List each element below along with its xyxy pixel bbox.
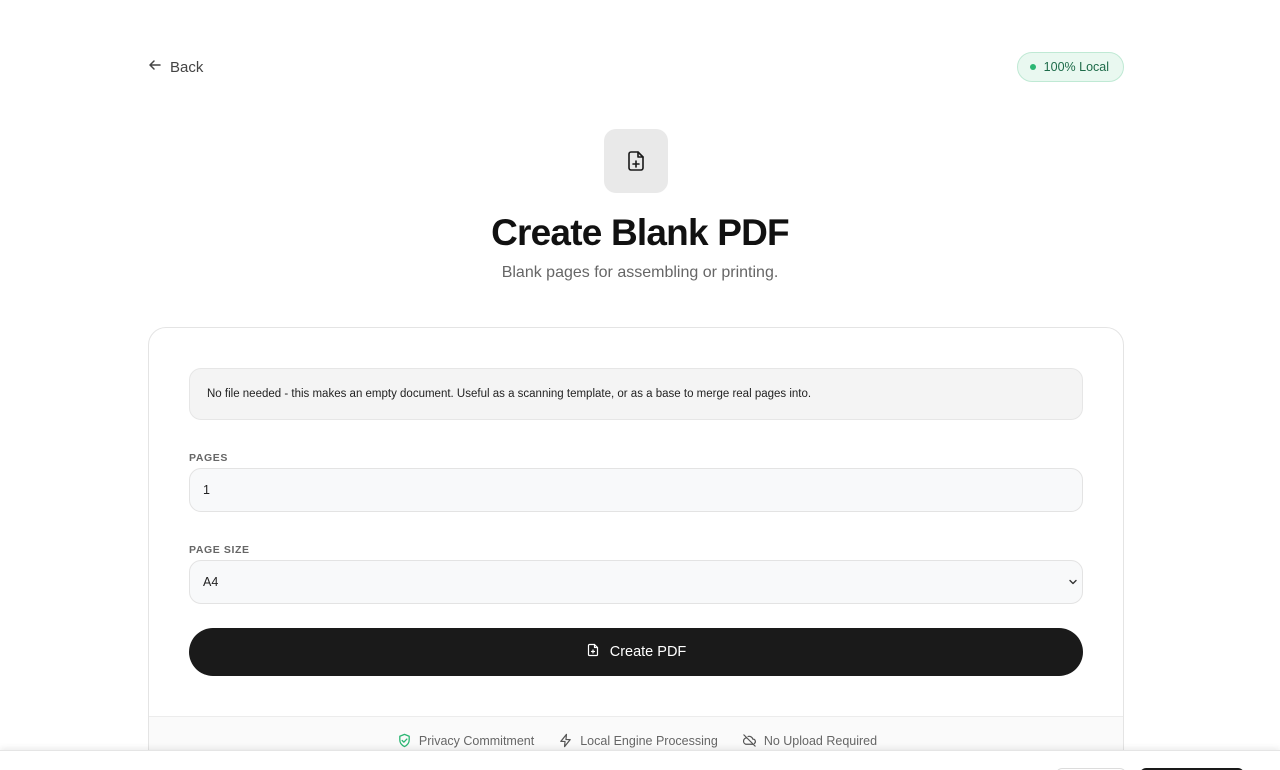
feature-privacy: Privacy Commitment bbox=[397, 733, 534, 748]
create-pdf-card: No file needed - this makes an empty doc… bbox=[148, 327, 1124, 770]
pages-input[interactable]: 1 bbox=[189, 468, 1083, 512]
page-subtitle: Blank pages for assembling or printing. bbox=[501, 264, 779, 281]
file-plus-icon bbox=[604, 129, 668, 193]
create-pdf-button[interactable]: Create PDF bbox=[189, 628, 1083, 676]
feature-label: No Upload Required bbox=[763, 733, 878, 748]
bottom-action-bar bbox=[0, 750, 1280, 770]
badge-label: 100% Local bbox=[1043, 60, 1109, 74]
notice-text: No file needed - this makes an empty doc… bbox=[207, 388, 812, 400]
feature-label: Privacy Commitment bbox=[418, 733, 535, 748]
pages-value: 1 bbox=[203, 483, 210, 497]
info-notice: No file needed - this makes an empty doc… bbox=[189, 368, 1083, 420]
feature-list: Privacy Commitment Local Engine Processi… bbox=[149, 733, 1123, 748]
back-label: Back bbox=[170, 58, 204, 76]
pages-label: PAGES bbox=[189, 452, 228, 464]
back-button[interactable]: Back bbox=[148, 58, 203, 76]
chevron-down-icon bbox=[1069, 579, 1077, 585]
top-bar: Back 100% Local bbox=[148, 52, 1124, 82]
feature-label: Local Engine Processing bbox=[580, 733, 718, 748]
page-size-label: PAGE SIZE bbox=[189, 544, 250, 556]
page-size-value: A4 bbox=[203, 575, 219, 589]
cloud-off-icon bbox=[742, 734, 756, 747]
local-status-badge: 100% Local bbox=[1016, 52, 1124, 82]
file-plus-small-icon bbox=[586, 643, 600, 661]
page-title: Create Blank PDF bbox=[491, 212, 790, 253]
feature-no-upload: No Upload Required bbox=[742, 733, 877, 748]
lightning-icon bbox=[560, 733, 572, 748]
status-dot bbox=[1029, 64, 1036, 70]
feature-local-engine: Local Engine Processing bbox=[558, 733, 718, 748]
page-size-select[interactable]: A4 bbox=[189, 560, 1083, 604]
create-pdf-label: Create PDF bbox=[609, 644, 687, 660]
arrow-left-icon bbox=[148, 58, 162, 76]
shield-check-icon bbox=[399, 733, 410, 748]
